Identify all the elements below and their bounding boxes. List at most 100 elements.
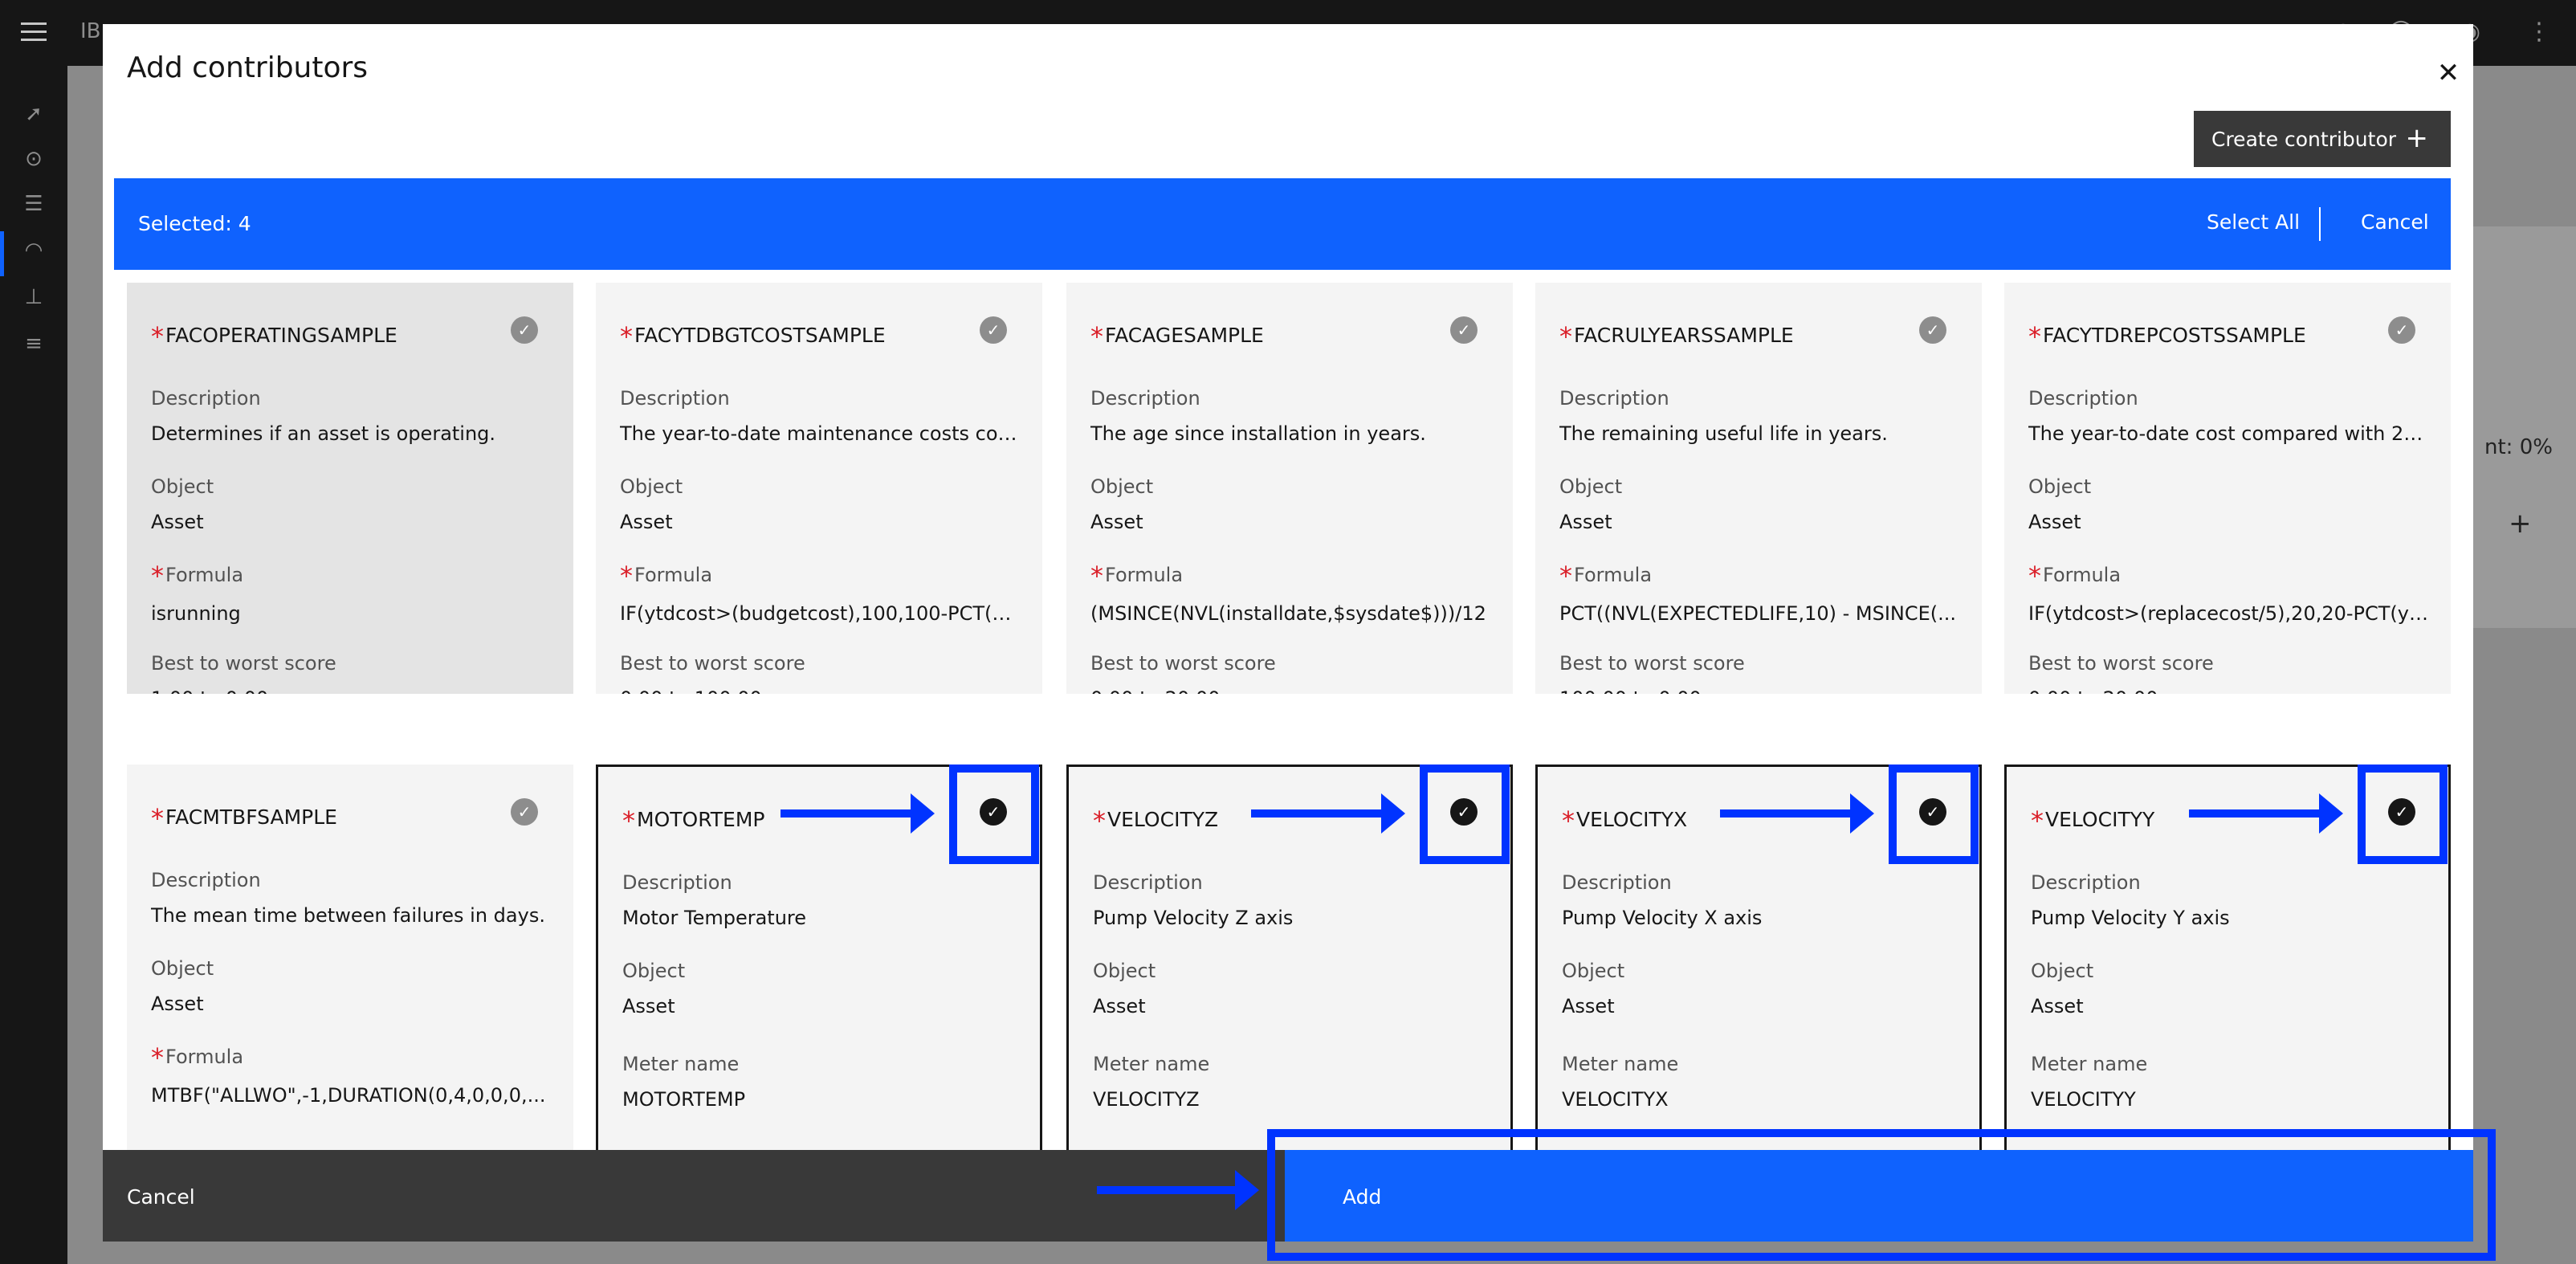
object-value: Asset (151, 511, 204, 533)
field-label: Best to worst score (151, 652, 336, 675)
field-label-text: Description (2031, 871, 2141, 894)
field-label-text: Object (1562, 960, 1625, 982)
location-icon[interactable]: ⊙ (21, 146, 47, 172)
required-mark: * (620, 321, 633, 352)
field-label: Description (2028, 387, 2138, 410)
checkmark-icon[interactable]: ✓ (980, 316, 1007, 344)
field-label-text: Object (151, 957, 214, 980)
checkmark-icon[interactable]: ✓ (1450, 316, 1478, 344)
field-label: Meter name (1562, 1053, 1678, 1075)
field-label-text: Object (1090, 475, 1154, 498)
required-mark: * (1559, 561, 1572, 591)
contributor-name-text: FACYTDREPCOSTSSAMPLE (2043, 324, 2306, 347)
meter-name-value: VELOCITYX (1562, 1088, 1669, 1111)
required-mark: * (1093, 805, 1106, 836)
field-label: Description (1562, 871, 1672, 894)
description-value: Pump Velocity X axis (1562, 907, 1763, 929)
score-value: 0.00 to 20.00 (2028, 687, 2430, 694)
field-label-text: Object (1559, 475, 1623, 498)
description-value: The age since installation in years. (1090, 422, 1426, 445)
field-label: Object (622, 960, 685, 982)
contributor-name-text: FACMTBFSAMPLE (165, 805, 337, 829)
field-label-text: Best to worst score (151, 652, 336, 675)
field-label-text: Formula (165, 1046, 244, 1068)
description-value: The year-to-date maintenance costs com..… (620, 422, 1021, 445)
arrow-annotation (1720, 793, 1874, 834)
field-label: Description (622, 871, 732, 894)
contributor-tile-facoperatingsample: *FACOPERATINGSAMPLE ✓ Description Determine… (127, 283, 573, 694)
contributor-name-text: FACYTDBGTCOSTSAMPLE (634, 324, 886, 347)
score-value: 0.00 to 20.00 (1090, 687, 1492, 694)
checkbox-highlight (2358, 765, 2448, 864)
field-label-text: Formula (2043, 564, 2122, 586)
field-label: Description (2031, 871, 2141, 894)
field-label: Object (151, 475, 214, 498)
cancel-button[interactable]: Cancel (127, 1185, 195, 1209)
checklist-icon[interactable]: ☰ (21, 191, 47, 217)
field-label-text: Formula (634, 564, 713, 586)
field-label-text: Best to worst score (620, 652, 805, 675)
meter-name-value: MOTORTEMP (622, 1088, 746, 1111)
contributor-name: *FACYTDBGTCOSTSAMPLE (620, 321, 886, 352)
contributor-tile-facytdrepcostssample[interactable]: *FACYTDREPCOSTSSAMPLE ✓ Description The yea… (2004, 283, 2451, 694)
contributor-tile-facytdbgtcostsample[interactable]: *FACYTDBGTCOSTSAMPLE ✓ Description The year… (596, 283, 1042, 694)
gauge-icon[interactable]: ◠ (21, 238, 47, 263)
checkmark-icon[interactable]: ✓ (511, 316, 538, 344)
field-label: Description (151, 869, 261, 891)
object-value: Asset (1559, 511, 1612, 533)
object-value: Asset (1093, 995, 1146, 1017)
settings-sliders-icon[interactable]: ≡ (21, 331, 47, 357)
required-mark: * (2031, 805, 2044, 836)
contributor-name: *VELOCITYX (1562, 805, 1687, 836)
contributor-name: *FACRULYEARSSAMPLE (1559, 321, 1794, 352)
contributor-tile-facagesample[interactable]: *FACAGESAMPLE ✓ Description The age since i… (1066, 283, 1513, 694)
field-label: Object (1093, 960, 1156, 982)
description-value: Motor Temperature (622, 907, 807, 929)
object-value: Asset (620, 511, 673, 533)
checkbox-highlight (1420, 765, 1510, 864)
hierarchy-icon[interactable]: ⊥ (21, 284, 47, 310)
meter-name-value: VELOCITYY (2031, 1088, 2136, 1111)
contributor-name: *MOTORTEMP (622, 805, 764, 836)
checkmark-icon[interactable]: ✓ (511, 798, 538, 826)
add-contributors-modal: Add contributors ✕ Create contributor + … (103, 24, 2473, 1242)
contributor-name-text: MOTORTEMP (637, 808, 765, 831)
formula-value: (MSINCE(NVL(installdate,$sysdate$)))/12 (1090, 602, 1486, 625)
field-label: Object (2028, 475, 2091, 498)
checkbox-highlight (1889, 765, 1979, 864)
field-label-text: Description (1562, 871, 1672, 894)
brand-name: IB (80, 19, 101, 43)
field-label: Description (1093, 871, 1203, 894)
checkmark-icon[interactable]: ✓ (2388, 316, 2415, 344)
contributor-tile-facmtbfsample[interactable]: *FACMTBFSAMPLE ✓ Description The mean time … (127, 765, 573, 1176)
field-label: Object (2031, 960, 2093, 982)
field-label: Best to worst score (1090, 652, 1276, 675)
rocket-icon[interactable]: ➚ (21, 101, 47, 127)
contributor-name-text: VELOCITYX (1576, 808, 1688, 831)
object-value: Asset (151, 993, 204, 1015)
background-percent-text: nt: 0% (2484, 435, 2553, 459)
field-label: Best to worst score (620, 652, 805, 675)
app-switcher-icon[interactable]: ⋮ (2525, 18, 2554, 47)
required-mark: * (622, 805, 635, 836)
field-label-text: Formula (1574, 564, 1653, 586)
field-label: Object (151, 957, 214, 980)
checkmark-icon[interactable]: ✓ (1919, 316, 1946, 344)
field-label: *Formula (1090, 561, 1183, 591)
contributor-name: *VELOCITYZ (1093, 805, 1218, 836)
contributor-name: *FACOPERATINGSAMPLE (151, 321, 397, 352)
object-value: Asset (622, 995, 675, 1017)
required-mark: * (1090, 561, 1103, 591)
background-add-icon: + (2509, 508, 2532, 540)
contributor-name-text: FACRULYEARSSAMPLE (1574, 324, 1794, 347)
field-label-text: Description (1559, 387, 1669, 410)
checkbox-highlight (949, 765, 1039, 864)
field-label: Description (151, 387, 261, 410)
contributor-tile-facrulyearssample[interactable]: *FACRULYEARSSAMPLE ✓ Description The remain… (1535, 283, 1982, 694)
required-mark: * (2028, 321, 2041, 352)
field-label: Description (620, 387, 730, 410)
hamburger-menu-icon[interactable] (21, 22, 47, 43)
description-value: Pump Velocity Y axis (2031, 907, 2230, 929)
field-label-text: Object (151, 475, 214, 498)
field-label-text: Description (151, 387, 261, 410)
